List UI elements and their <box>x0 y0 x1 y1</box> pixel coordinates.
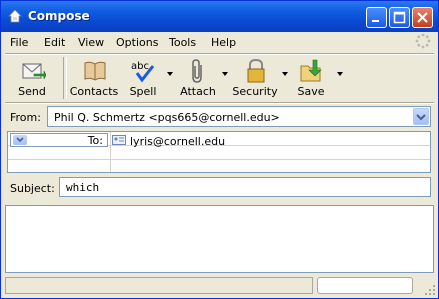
compose-toolbar: Send Contacts abc Spell Attach Security … <box>5 54 434 102</box>
status-bar <box>1 273 438 298</box>
from-account-value: Phil Q. Schmertz <pqs665@cornell.edu> <box>54 111 280 124</box>
address-row-empty[interactable] <box>8 159 430 172</box>
from-dropdown-button[interactable] <box>413 108 429 125</box>
attach-button[interactable]: Attach <box>177 54 219 102</box>
save-dropdown-arrow-icon[interactable] <box>337 72 343 76</box>
recipient-type-select[interactable]: To: <box>10 133 108 147</box>
contacts-label: Contacts <box>69 85 119 98</box>
send-label: Send <box>18 85 46 98</box>
progress-meter <box>317 277 413 294</box>
chevron-down-icon <box>416 114 426 121</box>
compose-window: Compose File Edit View Options Tools Hel… <box>0 0 439 299</box>
save-button[interactable]: Save <box>293 54 329 102</box>
close-icon <box>417 12 428 23</box>
menu-view[interactable]: View <box>78 36 104 49</box>
menu-options[interactable]: Options <box>116 36 158 49</box>
subject-label: Subject: <box>10 182 55 195</box>
minimize-icon <box>372 20 379 22</box>
spell-check-icon: abc <box>131 61 155 83</box>
spell-dropdown-arrow-icon[interactable] <box>167 72 173 76</box>
window-title: Compose <box>28 9 90 23</box>
address-list: To: lyris@cornell.edu <box>7 131 431 173</box>
attach-dropdown-arrow-icon[interactable] <box>222 72 228 76</box>
address-card-icon <box>112 135 126 145</box>
menu-tools[interactable]: Tools <box>169 36 196 49</box>
send-button[interactable]: Send <box>11 54 53 102</box>
message-body-editor[interactable] <box>5 205 434 273</box>
security-button[interactable]: Security <box>230 54 280 102</box>
minimize-button[interactable] <box>366 7 387 28</box>
activity-throbber-icon <box>415 33 431 49</box>
save-label: Save <box>297 85 325 98</box>
security-label: Security <box>232 85 278 98</box>
address-row-empty[interactable] <box>8 146 430 160</box>
send-icon <box>22 63 46 80</box>
maximize-button[interactable] <box>389 7 410 28</box>
close-button[interactable] <box>412 7 433 28</box>
security-dropdown-arrow-icon[interactable] <box>282 72 288 76</box>
save-folder-icon <box>300 59 322 82</box>
subject-field[interactable]: which <box>59 177 431 197</box>
status-text-panel <box>5 277 313 294</box>
recipient-type-dropdown[interactable] <box>13 135 27 145</box>
spell-label: Spell <box>129 85 157 98</box>
contacts-button[interactable]: Contacts <box>69 54 119 102</box>
address-column-divider <box>110 132 111 172</box>
compose-app-icon <box>7 8 23 24</box>
status-security-panel <box>415 277 423 294</box>
title-bar[interactable]: Compose <box>1 1 438 32</box>
from-label: From: <box>10 111 41 124</box>
menu-file[interactable]: File <box>10 36 28 49</box>
svg-text:abc: abc <box>131 61 149 72</box>
attach-label: Attach <box>180 85 216 98</box>
subject-value: which <box>66 181 100 194</box>
toolbar-separator-highlight <box>5 103 434 104</box>
maximize-icon <box>393 11 406 24</box>
menu-edit[interactable]: Edit <box>44 36 65 49</box>
paperclip-icon <box>192 59 202 83</box>
address-row[interactable]: To: lyris@cornell.edu <box>8 132 430 148</box>
menu-help[interactable]: Help <box>211 36 236 49</box>
lock-icon <box>247 58 265 83</box>
from-account-select[interactable]: Phil Q. Schmertz <pqs665@cornell.edu> <box>47 106 431 127</box>
toolbar-separator <box>63 57 67 99</box>
resize-grip-icon[interactable] <box>424 284 436 296</box>
menu-bar: File Edit View Options Tools Help <box>5 32 438 53</box>
spell-button[interactable]: abc Spell <box>123 54 163 102</box>
address-book-icon <box>84 61 106 81</box>
chevron-down-icon <box>16 137 24 143</box>
